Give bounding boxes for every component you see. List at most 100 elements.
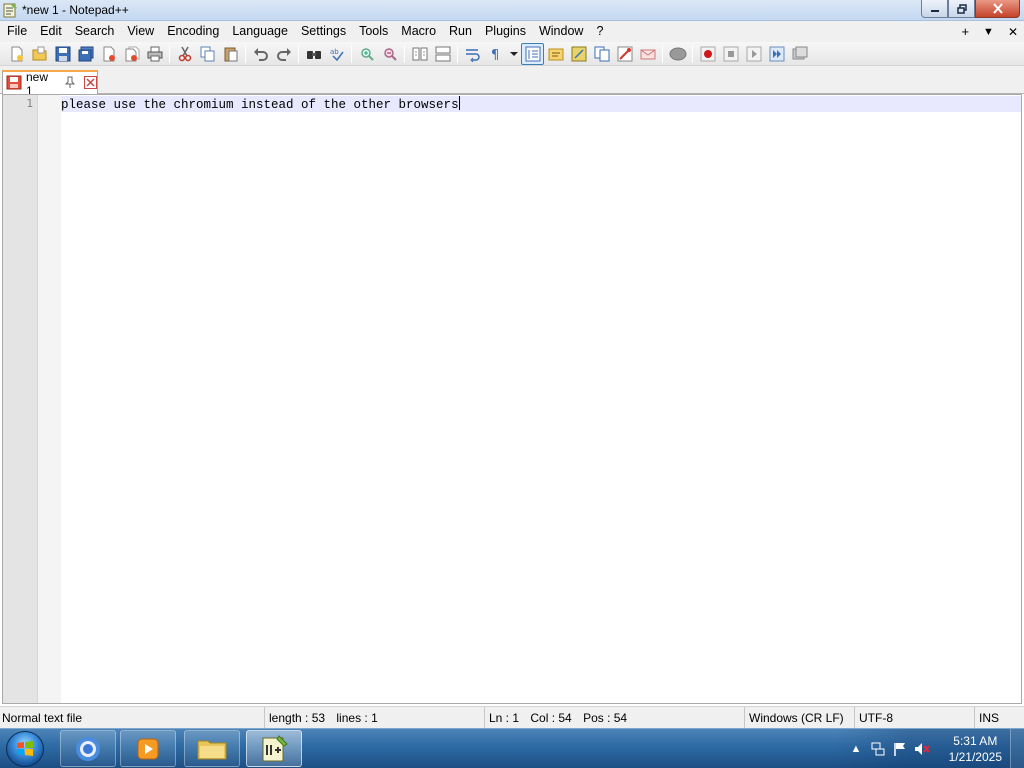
clock[interactable]: 5:31 AM 1/21/2025 bbox=[949, 733, 1002, 765]
title-bar: *new 1 - Notepad++ bbox=[0, 0, 1024, 21]
editor-line-text: please use the chromium instead of the o… bbox=[61, 98, 459, 112]
save-all-icon bbox=[78, 46, 93, 61]
find-button[interactable] bbox=[302, 43, 325, 65]
window-controls bbox=[921, 0, 1020, 18]
tab-close-button[interactable] bbox=[84, 75, 97, 92]
status-eol[interactable]: Windows (CR LF) bbox=[744, 707, 854, 729]
new-tab-button[interactable]: + bbox=[961, 24, 969, 39]
print-button[interactable] bbox=[143, 43, 166, 65]
play-macro-button[interactable] bbox=[742, 43, 765, 65]
save-button[interactable] bbox=[51, 43, 74, 65]
print-icon bbox=[147, 46, 162, 61]
menu-window[interactable]: Window bbox=[532, 21, 589, 42]
run-macro-multiple-icon bbox=[769, 46, 784, 61]
menu-file[interactable]: File bbox=[0, 21, 33, 42]
function-list-button[interactable] bbox=[590, 43, 613, 65]
tab-new-1[interactable]: new 1 bbox=[2, 70, 98, 98]
menu-plugins[interactable]: Plugins bbox=[478, 21, 532, 42]
taskbar-media-player[interactable] bbox=[120, 730, 176, 767]
save-macro-icon bbox=[792, 46, 807, 59]
svg-text:¶: ¶ bbox=[491, 48, 499, 62]
replace-button[interactable]: ab bbox=[325, 43, 348, 65]
menu-help[interactable]: ? bbox=[589, 21, 609, 42]
chrome-icon bbox=[76, 736, 100, 761]
show-all-chars-button[interactable]: ¶ bbox=[484, 43, 507, 65]
indent-guide-button[interactable] bbox=[521, 42, 544, 65]
taskbar-notepad-plus-plus[interactable] bbox=[246, 730, 302, 767]
save-macro-button[interactable] bbox=[788, 43, 811, 65]
menu-language[interactable]: Language bbox=[225, 21, 294, 42]
notepad-plus-plus-icon bbox=[2, 2, 18, 18]
copy-button[interactable] bbox=[196, 43, 219, 65]
network-icon[interactable] bbox=[870, 741, 886, 757]
zoom-in-button[interactable] bbox=[355, 43, 378, 65]
sync-horizontal-icon bbox=[435, 46, 450, 61]
indent-guide-dropdown[interactable] bbox=[507, 43, 521, 65]
close-document-button[interactable]: ✕ bbox=[1008, 25, 1018, 39]
play-macro-icon bbox=[746, 46, 761, 61]
status-insert-mode[interactable]: INS bbox=[974, 707, 1024, 729]
close-button[interactable] bbox=[975, 0, 1020, 18]
cut-icon bbox=[178, 46, 191, 61]
status-ln: Ln : 1 bbox=[489, 711, 520, 725]
monitoring-button[interactable] bbox=[636, 43, 659, 65]
editor-line[interactable]: please use the chromium instead of the o… bbox=[61, 96, 460, 113]
sync-vertical-icon bbox=[412, 47, 427, 60]
fold-margin[interactable] bbox=[38, 95, 61, 703]
chevron-down-icon bbox=[510, 51, 518, 56]
close-file-button[interactable] bbox=[97, 43, 120, 65]
stop-macro-icon bbox=[723, 46, 738, 61]
document-map-button[interactable] bbox=[567, 43, 590, 65]
new-file-button[interactable] bbox=[5, 43, 28, 65]
menu-tools[interactable]: Tools bbox=[352, 21, 394, 42]
toolbar-separator bbox=[245, 44, 246, 63]
tab-list-dropdown[interactable]: ▼ bbox=[983, 26, 994, 38]
cut-button[interactable] bbox=[173, 43, 196, 65]
open-file-icon bbox=[32, 46, 46, 60]
record-macro-button[interactable] bbox=[696, 43, 719, 65]
open-file-button[interactable] bbox=[28, 43, 51, 65]
toolbar-separator bbox=[662, 44, 663, 63]
run-macro-multiple-button[interactable] bbox=[765, 43, 788, 65]
folder-workspace-button[interactable] bbox=[613, 43, 636, 65]
editor-area[interactable]: 1 please use the chromium instead of the… bbox=[2, 94, 1022, 704]
find-icon bbox=[306, 50, 321, 59]
taskbar: ▲ 5:31 AM 1/21/2025 bbox=[0, 728, 1024, 768]
menu-run[interactable]: Run bbox=[442, 21, 478, 42]
menu-encoding[interactable]: Encoding bbox=[160, 21, 225, 42]
zoom-out-icon bbox=[383, 47, 397, 61]
toolbar-separator bbox=[169, 44, 170, 63]
show-hidden-icons-button[interactable]: ▲ bbox=[848, 741, 864, 757]
taskbar-file-explorer[interactable] bbox=[184, 730, 240, 767]
sync-vertical-button[interactable] bbox=[408, 43, 431, 65]
stop-macro-button[interactable] bbox=[719, 43, 742, 65]
menu-view[interactable]: View bbox=[120, 21, 160, 42]
save-all-button[interactable] bbox=[74, 43, 97, 65]
sync-horizontal-button[interactable] bbox=[431, 43, 454, 65]
restore-button[interactable] bbox=[948, 0, 975, 18]
show-desktop-button[interactable] bbox=[1010, 729, 1024, 768]
menu-edit[interactable]: Edit bbox=[33, 21, 68, 42]
undo-button[interactable] bbox=[249, 43, 272, 65]
status-encoding[interactable]: UTF-8 bbox=[854, 707, 974, 729]
taskbar-chrome[interactable] bbox=[60, 730, 116, 767]
menu-macro[interactable]: Macro bbox=[394, 21, 442, 42]
record-indicator-button[interactable] bbox=[666, 43, 689, 65]
word-wrap-button[interactable] bbox=[461, 43, 484, 65]
action-center-flag-icon[interactable] bbox=[892, 741, 908, 757]
toolbar-separator bbox=[298, 44, 299, 63]
redo-button[interactable] bbox=[272, 43, 295, 65]
document-map-icon bbox=[571, 46, 586, 61]
close-icon bbox=[84, 75, 97, 89]
start-button[interactable] bbox=[6, 731, 44, 767]
menu-search[interactable]: Search bbox=[68, 21, 121, 42]
menu-settings[interactable]: Settings bbox=[294, 21, 352, 42]
restore-icon bbox=[956, 3, 967, 14]
close-all-button[interactable] bbox=[120, 43, 143, 65]
paste-button[interactable] bbox=[219, 43, 242, 65]
volume-muted-icon[interactable] bbox=[914, 741, 930, 757]
user-language-button[interactable] bbox=[544, 43, 567, 65]
minimize-button[interactable] bbox=[921, 0, 948, 18]
pin-icon[interactable] bbox=[64, 76, 76, 91]
zoom-out-button[interactable] bbox=[378, 43, 401, 65]
